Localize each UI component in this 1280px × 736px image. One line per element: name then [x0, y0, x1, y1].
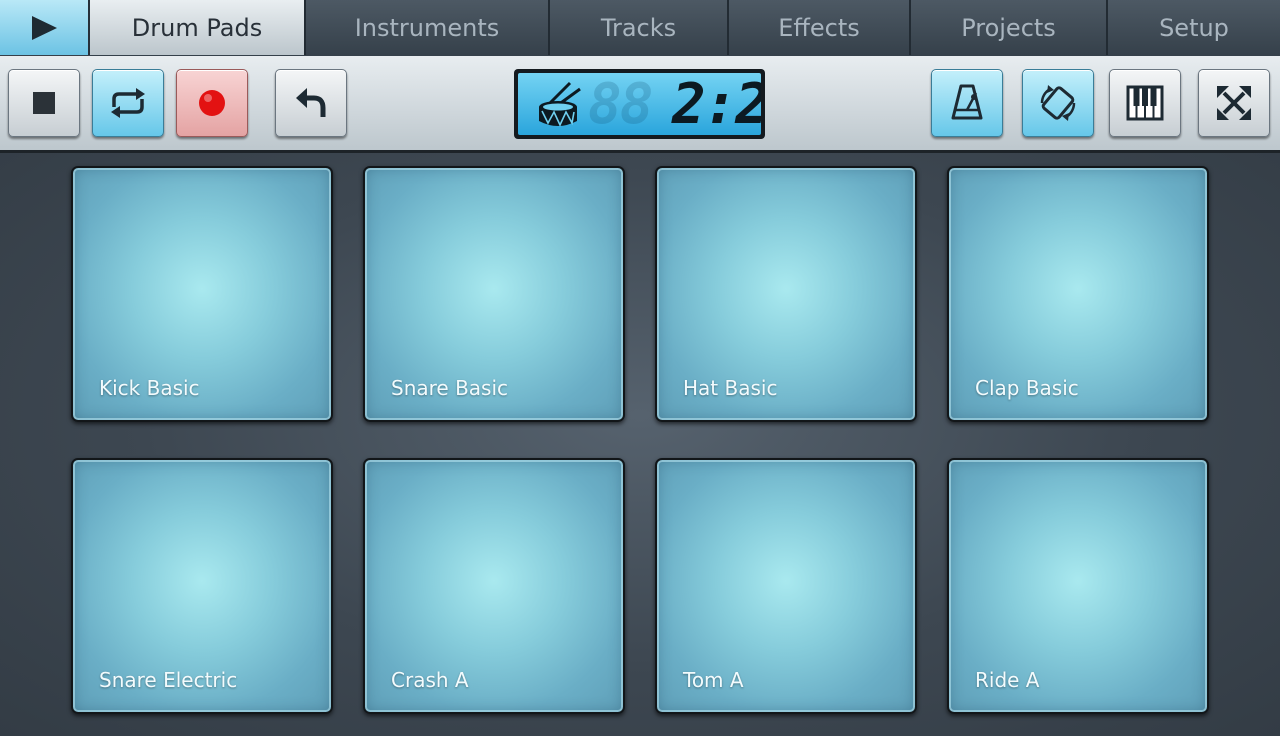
- pad-label: Clap Basic: [975, 376, 1079, 400]
- drum-pad-hat-basic[interactable]: Hat Basic: [655, 166, 917, 422]
- pad-label: Snare Electric: [99, 668, 238, 692]
- play-icon: [32, 15, 57, 40]
- record-button[interactable]: [176, 69, 248, 137]
- pad-label: Hat Basic: [683, 376, 778, 400]
- song-position-display: 88 2:2: [514, 69, 765, 139]
- pad-label: Snare Basic: [391, 376, 509, 400]
- drum-icon: [539, 81, 581, 127]
- metronome-icon: [951, 84, 983, 120]
- rotate-button[interactable]: [1022, 69, 1094, 137]
- display-position: 2:2: [672, 73, 761, 135]
- play-button[interactable]: [0, 0, 90, 55]
- undo-icon: [296, 88, 326, 117]
- drum-pad-tom-a[interactable]: Tom A: [655, 458, 917, 714]
- tab-tracks[interactable]: Tracks: [550, 0, 729, 55]
- tab-instruments[interactable]: Instruments: [306, 0, 550, 55]
- stop-icon: [33, 92, 55, 114]
- pad-label: Tom A: [683, 668, 744, 692]
- fullscreen-icon: [1217, 86, 1251, 120]
- metronome-button[interactable]: [931, 69, 1003, 137]
- piano-button[interactable]: [1109, 69, 1181, 137]
- tab-drum-pads[interactable]: Drum Pads: [90, 0, 306, 55]
- tab-projects[interactable]: Projects: [911, 0, 1108, 55]
- record-icon: [199, 90, 225, 116]
- drum-pad-crash-a[interactable]: Crash A: [363, 458, 625, 714]
- drum-pad-snare-electric[interactable]: Snare Electric: [71, 458, 333, 714]
- drum-pad-kick-basic[interactable]: Kick Basic: [71, 166, 333, 422]
- pad-label: Kick Basic: [99, 376, 200, 400]
- transport-toolbar: 88 2:2: [0, 56, 1280, 153]
- tab-effects[interactable]: Effects: [729, 0, 911, 55]
- display-ghost-digits: 88: [588, 73, 653, 135]
- undo-button[interactable]: [275, 69, 347, 137]
- drum-pad-grid: Kick Basic Snare Basic Hat Basic Clap Ba…: [0, 153, 1280, 736]
- loop-icon: [111, 88, 145, 118]
- fullscreen-button[interactable]: [1198, 69, 1270, 137]
- pad-label: Crash A: [391, 668, 469, 692]
- tab-setup[interactable]: Setup: [1108, 0, 1280, 55]
- top-navigation: Drum Pads Instruments Tracks Effects Pro…: [0, 0, 1280, 57]
- drum-pad-snare-basic[interactable]: Snare Basic: [363, 166, 625, 422]
- drum-pad-clap-basic[interactable]: Clap Basic: [947, 166, 1209, 422]
- rotate-icon: [1040, 85, 1076, 121]
- stop-button[interactable]: [8, 69, 80, 137]
- drum-pad-ride-a[interactable]: Ride A: [947, 458, 1209, 714]
- loop-button[interactable]: [92, 69, 164, 137]
- pad-label: Ride A: [975, 668, 1040, 692]
- piano-icon: [1126, 85, 1164, 121]
